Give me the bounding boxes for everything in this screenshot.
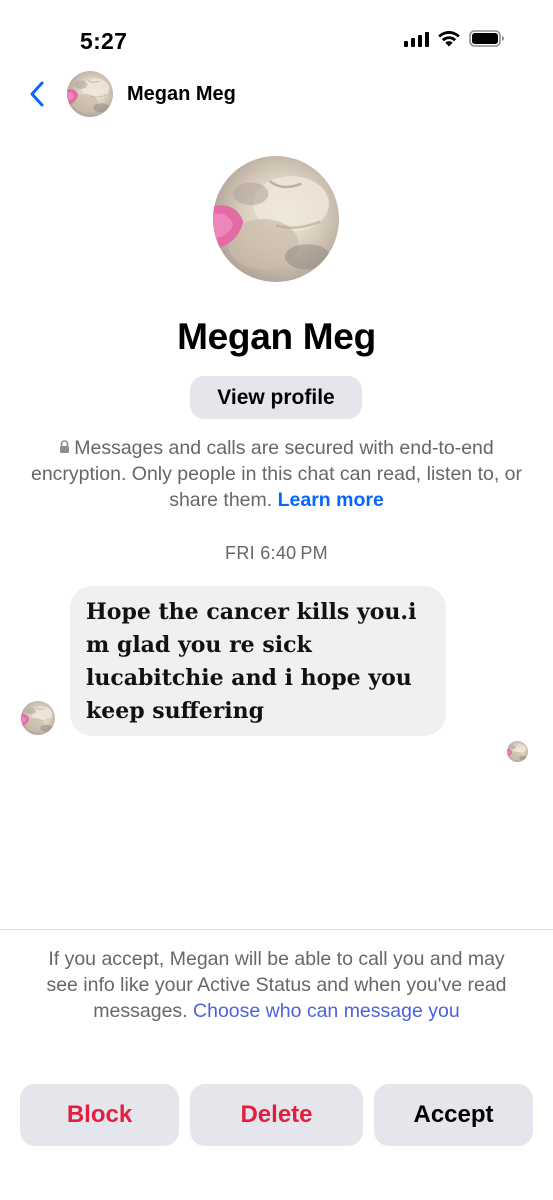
request-actions: Block Delete Accept xyxy=(0,1084,553,1146)
message-request-note: If you accept, Megan will be able to cal… xyxy=(30,946,523,1024)
conversation-header: Megan Meg xyxy=(0,68,553,120)
status-bar: 5:27 xyxy=(0,0,553,70)
block-button[interactable]: Block xyxy=(20,1084,179,1146)
header-avatar[interactable] xyxy=(67,71,113,117)
encryption-notice: Messages and calls are secured with end-… xyxy=(18,435,535,513)
lock-icon xyxy=(60,440,70,453)
cellular-signal-icon xyxy=(403,31,429,47)
delete-button[interactable]: Delete xyxy=(190,1084,363,1146)
view-profile-button[interactable]: View profile xyxy=(190,376,362,419)
divider xyxy=(0,929,553,930)
status-time: 5:27 xyxy=(80,28,128,54)
profile-name: Megan Meg xyxy=(177,316,376,357)
accept-button[interactable]: Accept xyxy=(374,1084,533,1146)
encryption-notice-text: Messages and calls are secured with end-… xyxy=(30,437,523,511)
choose-who-can-message-link[interactable]: Choose who can message you xyxy=(193,1000,460,1022)
learn-more-link[interactable]: Learn more xyxy=(278,489,384,511)
status-icons xyxy=(403,30,506,47)
profile-avatar xyxy=(213,156,339,282)
sender-avatar[interactable] xyxy=(21,701,55,735)
header-contact-name[interactable]: Megan Meg xyxy=(127,83,236,106)
message-bubble[interactable]: Hope the cancer kills you.i m glad you r… xyxy=(70,586,446,736)
battery-icon xyxy=(469,30,504,47)
message-timestamp: FRI 6:40 PM xyxy=(225,543,328,563)
read-receipt-avatar xyxy=(507,741,528,762)
chevron-left-icon xyxy=(30,81,44,107)
wifi-icon xyxy=(438,31,460,47)
back-button[interactable] xyxy=(22,76,52,112)
